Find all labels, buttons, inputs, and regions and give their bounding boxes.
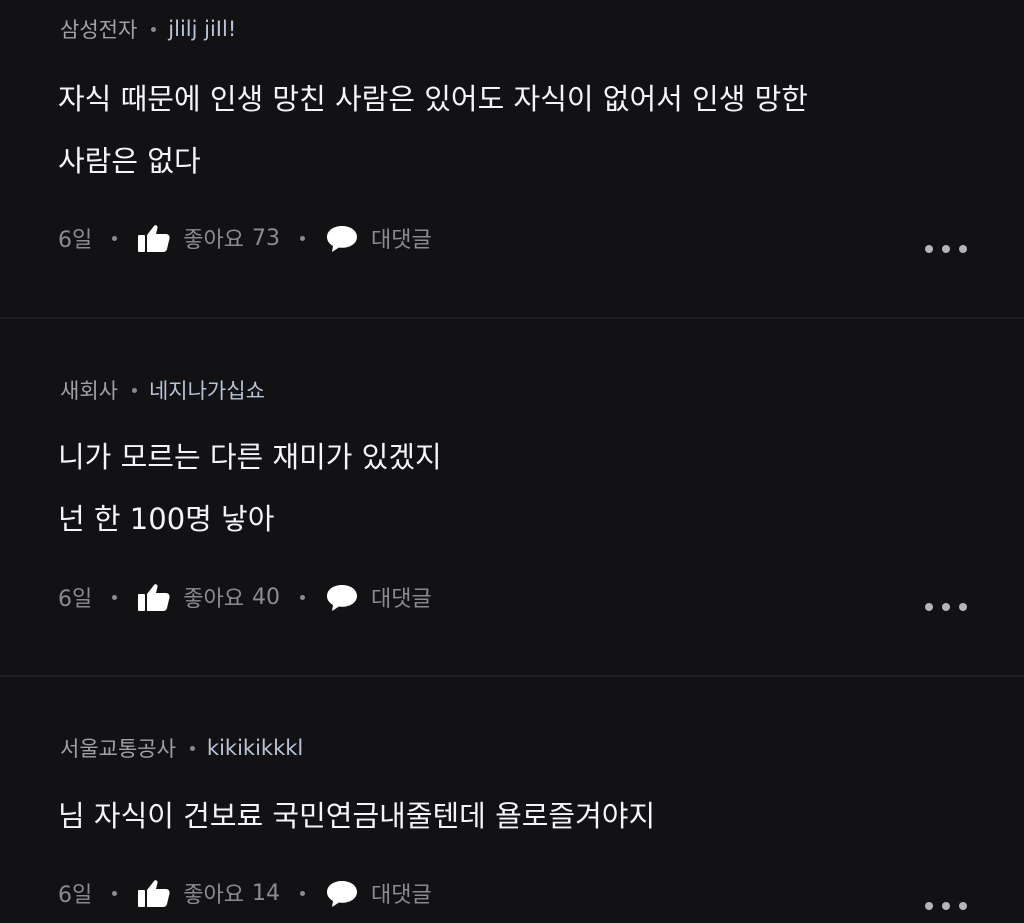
comment-author-meta: 삼성전자 jlilj jiIl! bbox=[60, 14, 236, 44]
more-options-button[interactable] bbox=[925, 901, 967, 911]
comment-time: 6일 bbox=[58, 587, 93, 612]
comment-author-meta: 새회사 네지나가십쇼 bbox=[60, 375, 265, 405]
reply-button[interactable]: 대댓글 bbox=[325, 581, 432, 613]
more-dot bbox=[942, 902, 950, 910]
more-dot bbox=[959, 245, 967, 253]
comment-body: 자식 때문에 인생 망친 사람은 있어도 자식이 없어서 인생 망한 사람은 없… bbox=[58, 68, 808, 192]
like-button[interactable]: 좋아요 14 bbox=[137, 877, 280, 909]
comment-actions: 6일 좋아요 14 대댓글 bbox=[58, 877, 432, 909]
more-options-icon bbox=[925, 245, 933, 253]
reply-label: 대댓글 bbox=[370, 883, 432, 908]
like-count: 14 bbox=[251, 880, 280, 906]
meta-separator-dot bbox=[189, 745, 195, 751]
more-dot bbox=[942, 245, 950, 253]
comment-actions: 6일 좋아요 73 대댓글 bbox=[58, 222, 432, 254]
speech-bubble-icon bbox=[326, 881, 357, 907]
meta-separator-dot bbox=[131, 387, 137, 393]
more-options-button[interactable] bbox=[925, 244, 967, 254]
comment-time: 6일 bbox=[58, 883, 93, 908]
more-options-button[interactable] bbox=[925, 602, 967, 612]
author-company[interactable]: 새회사 bbox=[60, 375, 118, 405]
comment-line: 넌 한 100명 낳아 bbox=[58, 502, 275, 536]
like-label: 좋아요 bbox=[183, 587, 244, 612]
comment-author-meta: 서울교통공사 kikikikkkl bbox=[60, 733, 303, 763]
reply-button[interactable]: 대댓글 bbox=[325, 222, 432, 254]
author-company[interactable]: 서울교통공사 bbox=[60, 733, 176, 763]
speech-bubble-icon bbox=[326, 226, 357, 252]
reply-label: 대댓글 bbox=[370, 228, 432, 253]
comment-item: 서울교통공사 kikikikkkl 님 자식이 건보료 국민연금내줄텐데 욜로즐… bbox=[0, 677, 1024, 923]
comment-time: 6일 bbox=[58, 228, 93, 253]
comment-item: 삼성전자 jlilj jiIl! 자식 때문에 인생 망친 사람은 있어도 자식… bbox=[0, 0, 1024, 318]
action-separator-dot bbox=[112, 235, 118, 241]
more-options-icon bbox=[925, 902, 933, 910]
action-separator-dot bbox=[299, 235, 305, 241]
like-count: 40 bbox=[251, 584, 280, 610]
action-separator-dot bbox=[112, 890, 118, 896]
like-label: 좋아요 bbox=[183, 228, 244, 253]
author-company[interactable]: 삼성전자 bbox=[60, 14, 137, 44]
author-nickname[interactable]: kikikikkkl bbox=[207, 736, 303, 760]
author-nickname[interactable]: 네지나가십쇼 bbox=[149, 375, 265, 405]
more-dot bbox=[959, 902, 967, 910]
action-separator-dot bbox=[112, 594, 118, 600]
like-button[interactable]: 좋아요 40 bbox=[137, 581, 280, 613]
comment-line: 님 자식이 건보료 국민연금내줄텐데 욜로즐겨야지 bbox=[58, 799, 656, 833]
comment-body: 님 자식이 건보료 국민연금내줄텐데 욜로즐겨야지 bbox=[58, 785, 655, 847]
comment-line: 니가 모르는 다른 재미가 있겠지 bbox=[58, 440, 442, 474]
more-dot bbox=[942, 603, 950, 611]
author-nickname[interactable]: jlilj jiIl! bbox=[168, 17, 236, 41]
comment-body: 니가 모르는 다른 재미가 있겠지 넌 한 100명 낳아 bbox=[58, 426, 442, 550]
more-options-icon bbox=[925, 603, 933, 611]
like-button[interactable]: 좋아요 73 bbox=[137, 222, 280, 254]
action-separator-dot bbox=[299, 890, 305, 896]
comment-line: 자식 때문에 인생 망친 사람은 있어도 자식이 없어서 인생 망한 bbox=[58, 82, 808, 116]
comment-line: 사람은 없다 bbox=[58, 144, 201, 178]
thumbs-up-icon bbox=[138, 584, 170, 611]
reply-button[interactable]: 대댓글 bbox=[325, 877, 432, 909]
thumbs-up-icon bbox=[138, 880, 170, 907]
speech-bubble-icon bbox=[326, 585, 357, 611]
more-dot bbox=[959, 603, 967, 611]
action-separator-dot bbox=[299, 594, 305, 600]
meta-separator-dot bbox=[151, 26, 157, 32]
comment-actions: 6일 좋아요 40 대댓글 bbox=[58, 581, 432, 613]
like-label: 좋아요 bbox=[183, 883, 244, 908]
reply-label: 대댓글 bbox=[370, 587, 432, 612]
thumbs-up-icon bbox=[138, 225, 170, 252]
comment-item: 새회사 네지나가십쇼 니가 모르는 다른 재미가 있겠지 넌 한 100명 낳아… bbox=[0, 319, 1024, 675]
like-count: 73 bbox=[251, 225, 280, 251]
